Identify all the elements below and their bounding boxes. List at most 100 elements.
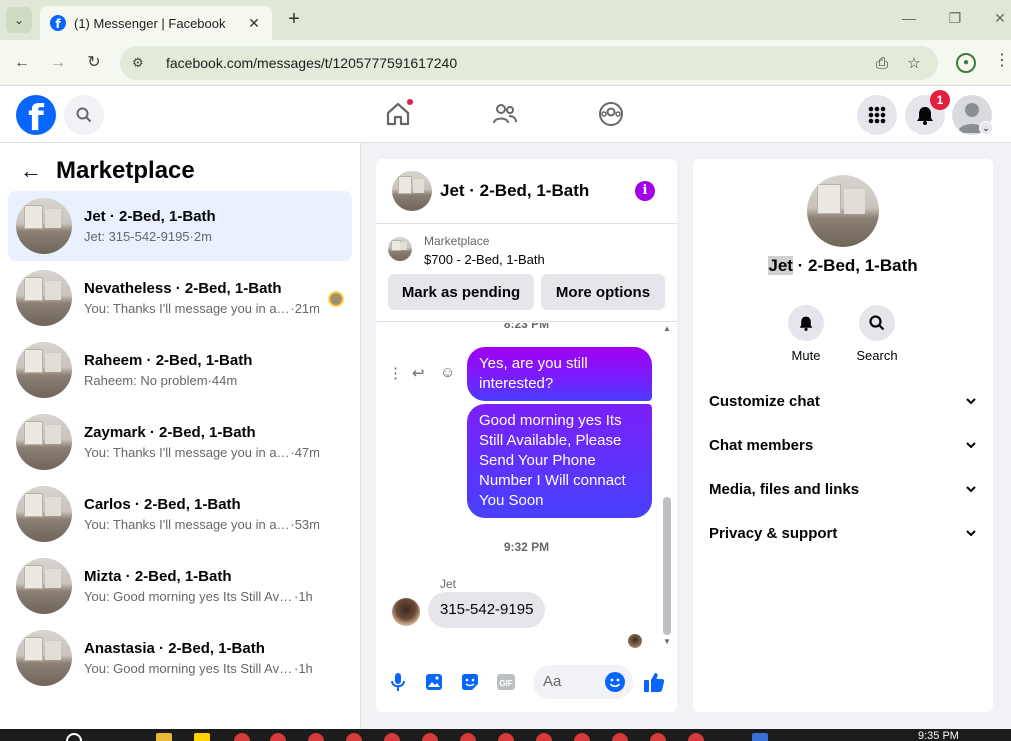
sticker-icon[interactable]	[459, 671, 481, 693]
mark-as-pending-button[interactable]: Mark as pending	[388, 274, 534, 310]
listing-thumbnail	[388, 237, 412, 261]
search-icon[interactable]	[66, 733, 82, 741]
reload-icon[interactable]: ↻	[83, 52, 105, 74]
last-message: You: Good morning yes Its Still Availa..…	[84, 661, 294, 676]
chevron-down-icon[interactable]: ⌄	[979, 121, 993, 135]
message-time: ·21m	[290, 301, 320, 316]
react-emoji-icon[interactable]: ☺	[440, 364, 455, 381]
privacy-support-section[interactable]: Privacy & support	[709, 513, 977, 553]
reply-icon[interactable]: ↩	[412, 364, 425, 382]
bell-icon	[788, 305, 824, 341]
file-explorer-icon[interactable]	[156, 733, 172, 741]
more-options-button[interactable]: More options	[541, 274, 665, 310]
groups-icon[interactable]	[597, 100, 625, 128]
tab-close-icon[interactable]: ✕	[246, 15, 262, 32]
back-arrow-icon[interactable]: ←	[11, 52, 33, 74]
app-icon[interactable]	[234, 733, 250, 741]
app-icon[interactable]	[384, 733, 400, 741]
app-icon[interactable]	[612, 733, 628, 741]
browser-profile-icon[interactable]: ●	[956, 53, 976, 73]
conversation-name: Zaymark · 2-Bed, 1-Bath	[84, 424, 256, 441]
site-info-icon[interactable]: ⚙	[132, 55, 152, 71]
app-icon[interactable]	[688, 733, 704, 741]
sender-avatar	[392, 598, 420, 626]
listing-thumbnail	[16, 558, 72, 614]
url-text: facebook.com/messages/t/1205777591617240	[166, 55, 458, 71]
search-in-chat-button[interactable]: Search	[847, 305, 907, 363]
conversation-item[interactable]: Raheem · 2-Bed, 1-Bath Raheem: No proble…	[8, 335, 352, 405]
bookmark-star-icon[interactable]: ☆	[902, 54, 926, 72]
emoji-icon[interactable]	[604, 671, 626, 693]
section-label: Chat members	[709, 436, 814, 454]
conversation-name: Carlos · 2-Bed, 1-Bath	[84, 496, 241, 513]
message-list: 8:23 PM ⋮ ↩ ☺ Yes, are you still interes…	[376, 323, 677, 653]
microphone-icon[interactable]	[387, 671, 409, 693]
listing-price[interactable]: $700 - 2-Bed, 1-Bath	[424, 252, 545, 267]
close-window-button[interactable]: ✕	[990, 10, 1010, 27]
timestamp: 9:32 PM	[503, 540, 550, 554]
marketplace-listing-card: Marketplace $700 - 2-Bed, 1-Bath Mark as…	[376, 225, 677, 322]
conversation-item[interactable]: Jet · 2-Bed, 1-Bath Jet: 315-542-9195·2m	[8, 191, 352, 261]
gif-icon[interactable]: GIF	[495, 671, 517, 693]
message-time: ·1h	[294, 589, 313, 604]
facebook-logo[interactable]: f	[16, 95, 56, 135]
mute-label: Mute	[791, 348, 821, 363]
sticky-notes-icon[interactable]	[194, 733, 210, 741]
scrollbar[interactable]	[663, 497, 671, 635]
info-icon[interactable]: i	[635, 181, 655, 201]
app-icon[interactable]	[536, 733, 552, 741]
chat-window: Jet · 2-Bed, 1-Bath i Marketplace $700 -…	[376, 159, 677, 712]
app-icon[interactable]	[498, 733, 514, 741]
home-icon[interactable]	[384, 98, 414, 128]
more-actions-icon[interactable]: ⋮	[388, 364, 403, 382]
photo-icon[interactable]	[423, 671, 445, 693]
mute-button[interactable]: Mute	[776, 305, 836, 363]
scroll-down-icon[interactable]: ▼	[662, 637, 672, 646]
tab-title: (1) Messenger | Facebook	[74, 15, 226, 31]
friends-icon[interactable]	[491, 100, 519, 128]
listing-thumbnail	[392, 171, 432, 211]
maximize-button[interactable]: ❐	[945, 10, 965, 27]
minimize-button[interactable]: —	[899, 10, 919, 26]
tray-icon[interactable]	[752, 733, 768, 741]
app-icon[interactable]	[650, 733, 666, 741]
marketplace-label: Marketplace	[424, 234, 490, 248]
app-icon[interactable]	[346, 733, 362, 741]
app-icon[interactable]	[460, 733, 476, 741]
scroll-up-icon[interactable]: ▲	[662, 324, 672, 333]
last-message: You: Good morning yes Its Still Availa..…	[84, 589, 294, 604]
conversation-item[interactable]: Nevatheless · 2-Bed, 1-Bath You: Thanks …	[8, 263, 352, 333]
clock[interactable]: 9:35 PM	[918, 730, 959, 741]
conversation-item[interactable]: Mizta · 2-Bed, 1-Bath You: Good morning …	[8, 551, 352, 621]
back-arrow-icon[interactable]: ←	[20, 158, 42, 184]
media-files-links-section[interactable]: Media, files and links	[709, 469, 977, 509]
app-icon[interactable]	[422, 733, 438, 741]
tab-search-icon[interactable]: ⌄	[6, 7, 32, 33]
chat-header[interactable]: Jet · 2-Bed, 1-Bath i	[376, 159, 677, 224]
message-composer: GIF Aa	[376, 659, 677, 707]
conversation-name: Mizta · 2-Bed, 1-Bath	[84, 568, 232, 585]
install-app-icon[interactable]: ⎙	[870, 55, 894, 72]
chat-members-section[interactable]: Chat members	[709, 425, 977, 465]
address-bar[interactable]: ⚙ facebook.com/messages/t/12057775916172…	[120, 46, 938, 80]
search-icon[interactable]	[64, 95, 104, 135]
received-message[interactable]: 315-542-9195	[428, 592, 546, 628]
forward-arrow-icon[interactable]: →	[47, 52, 69, 74]
menu-grid-icon[interactable]	[857, 95, 897, 135]
conversation-item[interactable]: Anastasia · 2-Bed, 1-Bath You: Good morn…	[8, 623, 352, 693]
app-icon[interactable]	[574, 733, 590, 741]
customize-chat-section[interactable]: Customize chat	[709, 381, 977, 421]
conversation-item[interactable]: Carlos · 2-Bed, 1-Bath You: Thanks I'll …	[8, 479, 352, 549]
sent-message[interactable]: Yes, are you still interested?	[467, 347, 652, 401]
os-taskbar: 9:35 PM	[0, 729, 1011, 741]
read-receipt-avatar	[628, 634, 642, 648]
sent-message[interactable]: Good morning yes Its Still Available, Pl…	[467, 404, 652, 518]
marketplace-chat-list: ← Marketplace Jet · 2-Bed, 1-Bath Jet: 3…	[0, 143, 361, 729]
browser-menu-icon[interactable]: ⋮	[994, 50, 1010, 70]
conversation-item[interactable]: Zaymark · 2-Bed, 1-Bath You: Thanks I'll…	[8, 407, 352, 477]
app-icon[interactable]	[308, 733, 324, 741]
app-icon[interactable]	[270, 733, 286, 741]
thumbs-up-icon[interactable]	[643, 671, 665, 693]
browser-tab[interactable]: f (1) Messenger | Facebook ✕	[40, 6, 272, 40]
new-tab-button[interactable]: +	[284, 9, 304, 29]
